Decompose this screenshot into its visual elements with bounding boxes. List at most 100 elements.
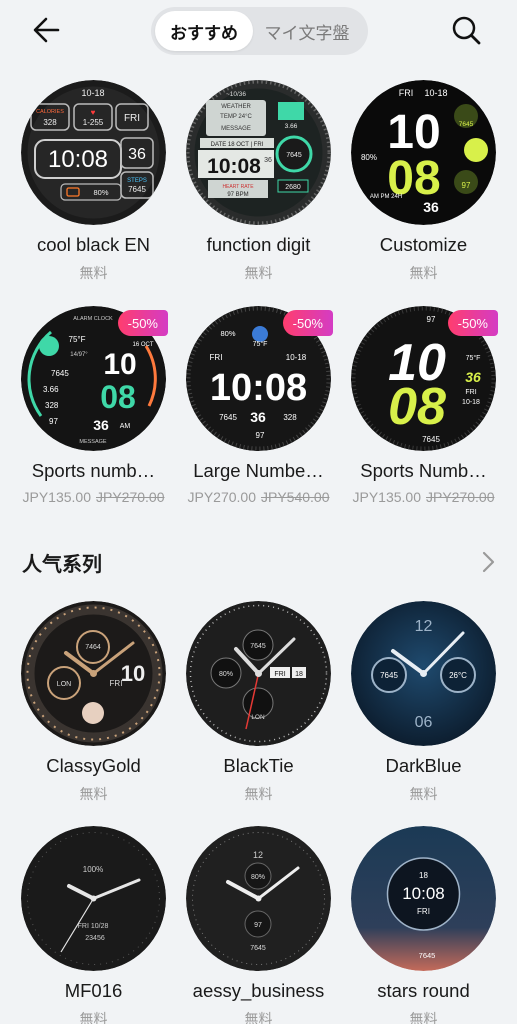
- face-seconds: 36: [423, 199, 439, 215]
- face-ampm: AM PM 24H: [370, 194, 402, 200]
- watchface-card[interactable]: 10-18 CALORIES 328 ♥ 1-255 FRI 10:08 36 …: [11, 80, 176, 290]
- face-kcal: 328: [283, 413, 297, 422]
- original-price: JPY270.00: [96, 489, 165, 505]
- face-steps: 7645: [419, 951, 436, 960]
- face-date: 18: [295, 671, 303, 678]
- face-six: 06: [415, 714, 433, 731]
- watchface-name: Large Numbe…: [193, 460, 324, 481]
- face-twelve: 12: [253, 850, 263, 860]
- face-battery: 80%: [93, 188, 108, 197]
- current-price: 無料: [244, 786, 273, 802]
- face-date: 10-18: [462, 399, 480, 406]
- face-steps: 7645: [51, 369, 69, 378]
- current-price: JPY135.00: [22, 489, 92, 505]
- face-day: FRI: [417, 907, 430, 916]
- face-number: 10: [121, 661, 145, 686]
- face-steps: 7645: [219, 413, 237, 422]
- face-time: 10:08: [48, 146, 108, 173]
- face-minute: 08: [100, 379, 136, 415]
- face-date-top: ~10/36: [226, 91, 246, 98]
- chevron-right-icon: [482, 551, 495, 573]
- original-price: JPY540.00: [261, 489, 330, 505]
- watchface-thumbnail: ALARM CLOCK 75°F 14/97° 10 16 OCT 08 36 …: [21, 306, 168, 451]
- face-battery: 80%: [251, 874, 265, 881]
- face-heart: 97: [254, 922, 262, 929]
- tab-recommended[interactable]: おすすめ: [155, 11, 253, 51]
- face-seconds: 36: [264, 157, 272, 164]
- face-time: 10:08: [210, 367, 307, 409]
- face-time: 10:08: [207, 155, 261, 178]
- top-bar: おすすめ マイ文字盤: [0, 0, 517, 64]
- moon-phase-icon: [82, 702, 104, 724]
- face-hour: 10: [103, 348, 136, 381]
- running-icon: [464, 138, 488, 162]
- current-price: 無料: [409, 786, 438, 802]
- face-day: FRI: [274, 671, 285, 678]
- watchface-price: 無料: [341, 1009, 506, 1024]
- face-message: MESSAGE: [221, 126, 251, 132]
- face-weather-label: WEATHER: [221, 104, 251, 110]
- face-twelve: 12: [415, 618, 433, 635]
- face-heart: 97: [256, 431, 265, 440]
- face-steps: 7645: [128, 185, 146, 194]
- watchface-price: 無料: [176, 1009, 341, 1024]
- watchface-thumbnail: 10-18 CALORIES 328 ♥ 1-255 FRI 10:08 36 …: [21, 80, 166, 225]
- watchface-card[interactable]: 7464 10 LON FRI ClassyGold 無料: [11, 601, 176, 811]
- search-button[interactable]: [446, 10, 486, 50]
- watchface-price: 無料: [176, 784, 341, 804]
- section-title-popular: 人气系列: [22, 552, 102, 576]
- face-message: MESSAGE: [79, 439, 107, 445]
- watchface-card[interactable]: ~10/36 WEATHER TEMP 24°C MESSAGE DATE 18…: [176, 77, 341, 290]
- watchface-card[interactable]: 12 7645 26°C 06 DarkBlue 無料: [341, 601, 506, 811]
- face-day: FRI: [210, 353, 223, 362]
- watchface-price: JPY135.00 JPY270.00: [341, 489, 506, 505]
- watchface-price: 無料: [11, 1009, 176, 1024]
- watchface-card[interactable]: 7645 80% FRI 18 LON BlackTie 無料: [176, 601, 341, 811]
- face-day: FRI: [110, 679, 123, 688]
- watchface-name: MF016: [64, 980, 123, 1001]
- current-price: 無料: [244, 1011, 273, 1024]
- face-heart: 97: [427, 315, 436, 324]
- watchface-price: 無料: [341, 263, 506, 283]
- watchface-card[interactable]: ALARM CLOCK 75°F 14/97° 10 16 OCT 08 36 …: [11, 306, 176, 516]
- face-steps: 7645: [286, 152, 302, 159]
- face-heart-rate: 97 BPM: [227, 192, 248, 198]
- back-button[interactable]: [30, 12, 70, 48]
- tab-my-faces[interactable]: マイ文字盤: [253, 11, 361, 51]
- face-temp: 75°F: [253, 340, 268, 348]
- face-alarm: ALARM CLOCK: [73, 316, 113, 322]
- face-altitude: 2680: [285, 184, 301, 191]
- face-heart-range: 1-255: [83, 118, 104, 127]
- recommended-grid: 10-18 CALORIES 328 ♥ 1-255 FRI 10:08 36 …: [0, 77, 517, 520]
- watchface-thumbnail: 7645 80% FRI 18 LON: [186, 601, 331, 746]
- current-price: 無料: [79, 1011, 108, 1024]
- watchface-card[interactable]: 80% 75°F FRI 10-18 10:08 7645 36 328 97 …: [176, 306, 341, 516]
- watchface-price: 無料: [341, 784, 506, 804]
- watchface-price: 無料: [11, 784, 176, 804]
- face-steps: 7645: [459, 121, 474, 128]
- watchface-name: stars round: [377, 980, 470, 1001]
- face-seconds: 36: [465, 369, 481, 385]
- watchface-price: 無料: [11, 263, 176, 283]
- face-distance: 3.66: [285, 123, 298, 130]
- section-more-button[interactable]: [478, 549, 498, 575]
- discount-badge: -50%: [447, 310, 498, 336]
- current-price: 無料: [79, 265, 108, 281]
- watchface-card[interactable]: 97 10 08 75°F FRI 10-18 36 7645 -50% Spo…: [341, 306, 506, 516]
- current-price: JPY135.00: [352, 489, 422, 505]
- watchface-thumbnail: 100% FRI 10/28 23456: [21, 826, 166, 971]
- tab-switcher: おすすめ マイ文字盤: [151, 7, 368, 55]
- watchface-card[interactable]: 12 80% 97 7645 aessy_business 無料: [176, 826, 341, 1024]
- face-city: LON: [251, 714, 265, 721]
- watchface-name: function digit: [206, 234, 311, 255]
- discount-badge: -50%: [282, 310, 333, 336]
- current-price: 無料: [244, 265, 273, 281]
- face-day: FRI: [465, 389, 476, 396]
- watchface-card[interactable]: 100% FRI 10/28 23456 MF016 無料: [11, 826, 176, 1024]
- heart-icon: ♥: [91, 108, 96, 117]
- watchface-card[interactable]: FRI 10-18 10 08 80% 7645 97 36 AM PM 24H…: [341, 80, 506, 290]
- watchface-thumbnail: 80% 75°F FRI 10-18 10:08 7645 36 328 97 …: [186, 306, 333, 451]
- face-temp: 75°F: [69, 335, 86, 344]
- watchface-card[interactable]: 18 10:08 FRI 7645 stars round 無料: [341, 826, 506, 1024]
- watchface-thumbnail: 12 7645 26°C 06: [351, 601, 496, 746]
